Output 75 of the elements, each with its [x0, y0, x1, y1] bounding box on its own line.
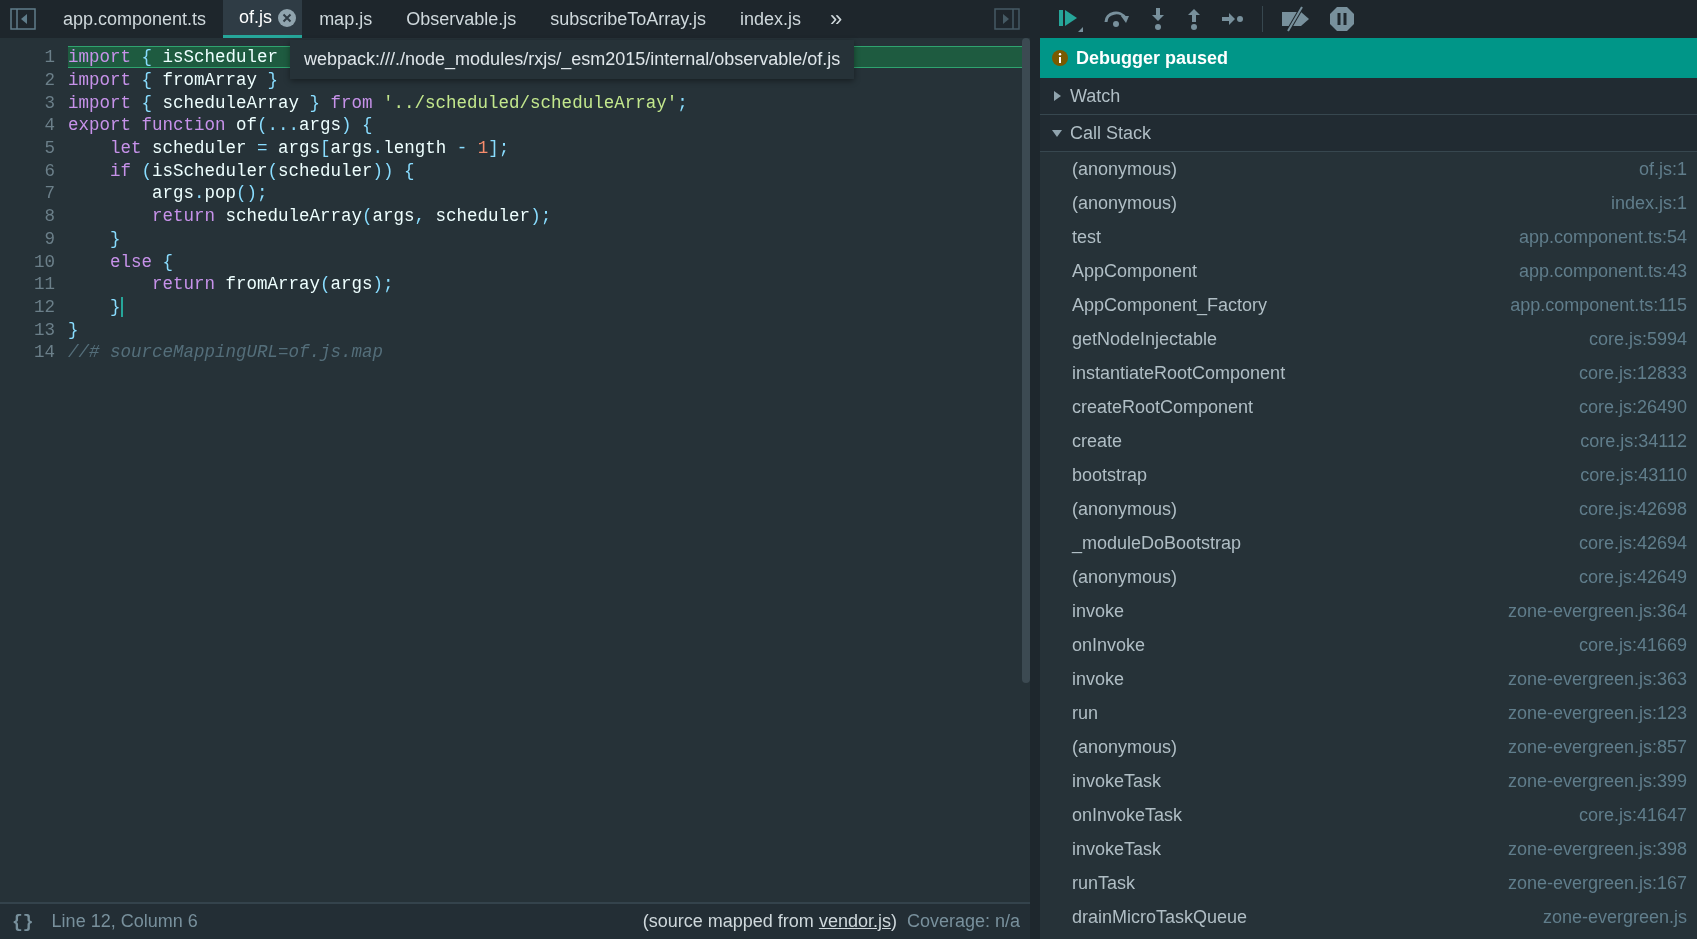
- file-tab[interactable]: map.js: [302, 0, 390, 38]
- code-line: }: [68, 318, 79, 341]
- frame-name[interactable]: invokeTask: [1072, 838, 1162, 860]
- line-number: 6: [43, 160, 56, 181]
- code-line: return fromArray(args);: [151, 273, 394, 296]
- panel-toggle-icon[interactable]: [994, 8, 1020, 30]
- triangle-right-icon: [1052, 91, 1062, 101]
- file-tab[interactable]: index.js: [722, 0, 818, 38]
- line-number: 10: [33, 251, 56, 272]
- code-line: args.pop();: [151, 182, 268, 205]
- code-line: if (isScheduler(scheduler)) {: [109, 159, 415, 182]
- line-number: 4: [43, 115, 56, 136]
- code-line: import { fromArray }: [68, 69, 279, 92]
- code-line: let scheduler = args[args.length - 1];: [109, 137, 510, 160]
- info-icon: [1052, 50, 1068, 66]
- cursor-position: Line 12, Column 6: [51, 911, 198, 932]
- scrollbar-thumb[interactable]: [1022, 38, 1030, 683]
- frame-name[interactable]: onInvoke: [1072, 634, 1146, 656]
- frame-name[interactable]: drainMicroTaskQueue: [1072, 906, 1248, 928]
- file-tab[interactable]: subscribeToArray.js: [533, 0, 723, 38]
- code-line: else {: [109, 250, 174, 273]
- frame-name[interactable]: run: [1072, 702, 1098, 724]
- line-number: 9: [43, 228, 56, 249]
- frame-name[interactable]: runTask: [1072, 872, 1136, 894]
- vendor-link[interactable]: vendor.js: [818, 911, 891, 931]
- coverage-info: Coverage: n/a: [906, 911, 1021, 932]
- line-number: 14: [33, 342, 56, 363]
- file-path-tooltip: webpack:///./node_modules/rxjs/_esm2015/internal/observable/of.js: [290, 40, 855, 79]
- frame-name[interactable]: invoke: [1072, 600, 1125, 622]
- frame-name[interactable]: test: [1072, 226, 1101, 248]
- triangle-down-icon: [1052, 128, 1062, 138]
- code-line: //# sourceMappingURL=of.js.map: [68, 341, 384, 364]
- section-header[interactable]: Watch: [1040, 78, 1697, 115]
- file-tab[interactable]: Observable.js: [389, 0, 534, 38]
- line-number: 5: [43, 138, 56, 159]
- frame-name[interactable]: invoke: [1072, 668, 1125, 690]
- section-header[interactable]: Call Stack: [1040, 115, 1697, 152]
- frame-name[interactable]: (anonymous): [1072, 566, 1178, 588]
- line-number: 11: [33, 274, 56, 295]
- line-number: 3: [43, 92, 56, 113]
- frame-name[interactable]: _moduleDoBootstrap: [1072, 532, 1242, 554]
- sidebar-toggle-icon[interactable]: [10, 8, 36, 30]
- line-number: 1: [43, 47, 56, 68]
- pretty-print-button[interactable]: {}: [0, 911, 52, 932]
- line-number: 13: [33, 319, 56, 340]
- code-line: import { scheduleArray } from '../scheduled/scheduleArray';: [68, 91, 688, 114]
- frame-name[interactable]: invokeTask: [1072, 770, 1162, 792]
- frame-name[interactable]: create: [1072, 430, 1123, 452]
- banner-text: Debugger paused: [1076, 47, 1229, 69]
- frame-name[interactable]: (anonymous): [1072, 158, 1178, 180]
- line-number: 2: [43, 70, 56, 91]
- code-line: }: [109, 227, 121, 250]
- close-icon[interactable]: [278, 8, 297, 27]
- frame-name[interactable]: (anonymous): [1072, 498, 1178, 520]
- line-number: 7: [43, 183, 56, 204]
- code-line: export function of(...args) {: [68, 114, 373, 137]
- step-over-icon[interactable]: [1102, 8, 1132, 30]
- file-tab[interactable]: of.js: [223, 0, 303, 38]
- pause-exceptions-icon[interactable]: [1329, 6, 1355, 32]
- code-line: }: [109, 295, 123, 318]
- line-number: 12: [33, 296, 56, 317]
- frame-name[interactable]: onInvokeTask: [1072, 804, 1183, 826]
- source-map-info: (source mapped from vendor.js): [642, 911, 897, 932]
- frame-name[interactable]: instantiateRootComponent: [1072, 362, 1286, 384]
- line-number: 8: [43, 206, 56, 227]
- frame-name[interactable]: AppComponent: [1072, 260, 1198, 282]
- more-tabs-button[interactable]: »: [817, 6, 855, 32]
- frame-name[interactable]: bootstrap: [1072, 464, 1148, 486]
- frame-name[interactable]: (anonymous): [1072, 192, 1178, 214]
- file-tab[interactable]: app.component.ts: [46, 0, 224, 38]
- frame-name[interactable]: AppComponent_Factory: [1072, 294, 1268, 316]
- code-line: return scheduleArray(args, scheduler);: [151, 205, 552, 228]
- frame-name[interactable]: (anonymous): [1072, 736, 1178, 758]
- frame-name[interactable]: createRootComponent: [1072, 396, 1254, 418]
- frame-name[interactable]: getNodeInjectable: [1072, 328, 1218, 350]
